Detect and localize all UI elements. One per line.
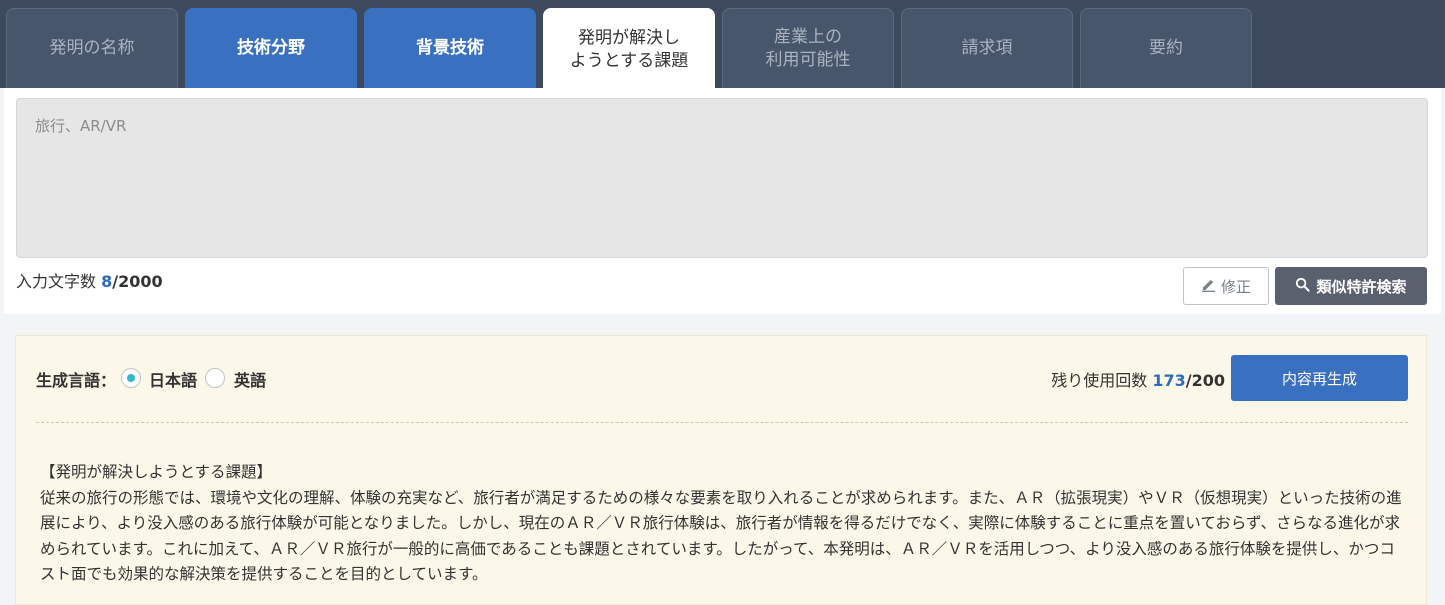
- counter-count: 8: [101, 272, 113, 291]
- generated-content: 【発明が解決しようとする課題】 従来の旅行の形態では、環境や文化の理解、体験の充…: [40, 460, 1410, 588]
- tab-industrial-applicability[interactable]: 産業上の 利用可能性: [722, 8, 894, 88]
- tab-problem-to-solve[interactable]: 発明が解決し ようとする課題: [543, 8, 715, 90]
- input-card: 旅行、AR/VR 入力文字数 8/2000 修正 類似特許検索: [4, 88, 1441, 314]
- counter-label: 入力文字数: [16, 272, 97, 291]
- keyword-input[interactable]: 旅行、AR/VR: [16, 98, 1428, 258]
- tab-bar: 発明の名称 技術分野 背景技術 発明が解決し ようとする課題 産業上の 利用可能…: [0, 0, 1445, 90]
- usage-count: 173: [1152, 371, 1186, 390]
- content-body: 従来の旅行の形態では、環境や文化の理解、体験の充実など、旅行者が満足するための様…: [40, 488, 1402, 584]
- language-label: 生成言語：: [36, 371, 117, 390]
- usage-max: /200: [1185, 371, 1225, 390]
- tab-invention-title[interactable]: 発明の名称: [6, 8, 178, 88]
- generation-card: 生成言語： 日本語 英語 残り使用回数 173/200 内容再生成 【発明が解決…: [15, 335, 1427, 605]
- tab-technical-field[interactable]: 技術分野: [185, 8, 357, 88]
- radio-english-label[interactable]: 英語: [234, 367, 266, 391]
- search-button-label: 類似特許検索: [1316, 277, 1407, 296]
- radio-english[interactable]: [205, 368, 225, 388]
- radio-japanese[interactable]: [121, 368, 141, 388]
- edit-button[interactable]: 修正: [1183, 267, 1269, 305]
- radio-japanese-label[interactable]: 日本語: [149, 367, 197, 391]
- tab-background-art[interactable]: 背景技術: [364, 8, 536, 88]
- edit-button-label: 修正: [1220, 277, 1251, 296]
- usage-label: 残り使用回数: [1051, 371, 1148, 390]
- dashed-divider: [36, 422, 1408, 423]
- usage-counter: 残り使用回数 173/200: [1051, 367, 1225, 391]
- regenerate-button[interactable]: 内容再生成: [1231, 355, 1408, 401]
- tab-abstract[interactable]: 要約: [1080, 8, 1252, 88]
- search-icon: [1295, 277, 1311, 296]
- counter-max: /2000: [112, 272, 163, 291]
- character-counter: 入力文字数 8/2000: [16, 268, 163, 292]
- tab-claims[interactable]: 請求項: [901, 8, 1073, 88]
- content-heading: 【発明が解決しようとする課題】: [40, 463, 273, 481]
- similar-patent-search-button[interactable]: 類似特許検索: [1275, 267, 1427, 305]
- pencil-icon: [1201, 277, 1216, 296]
